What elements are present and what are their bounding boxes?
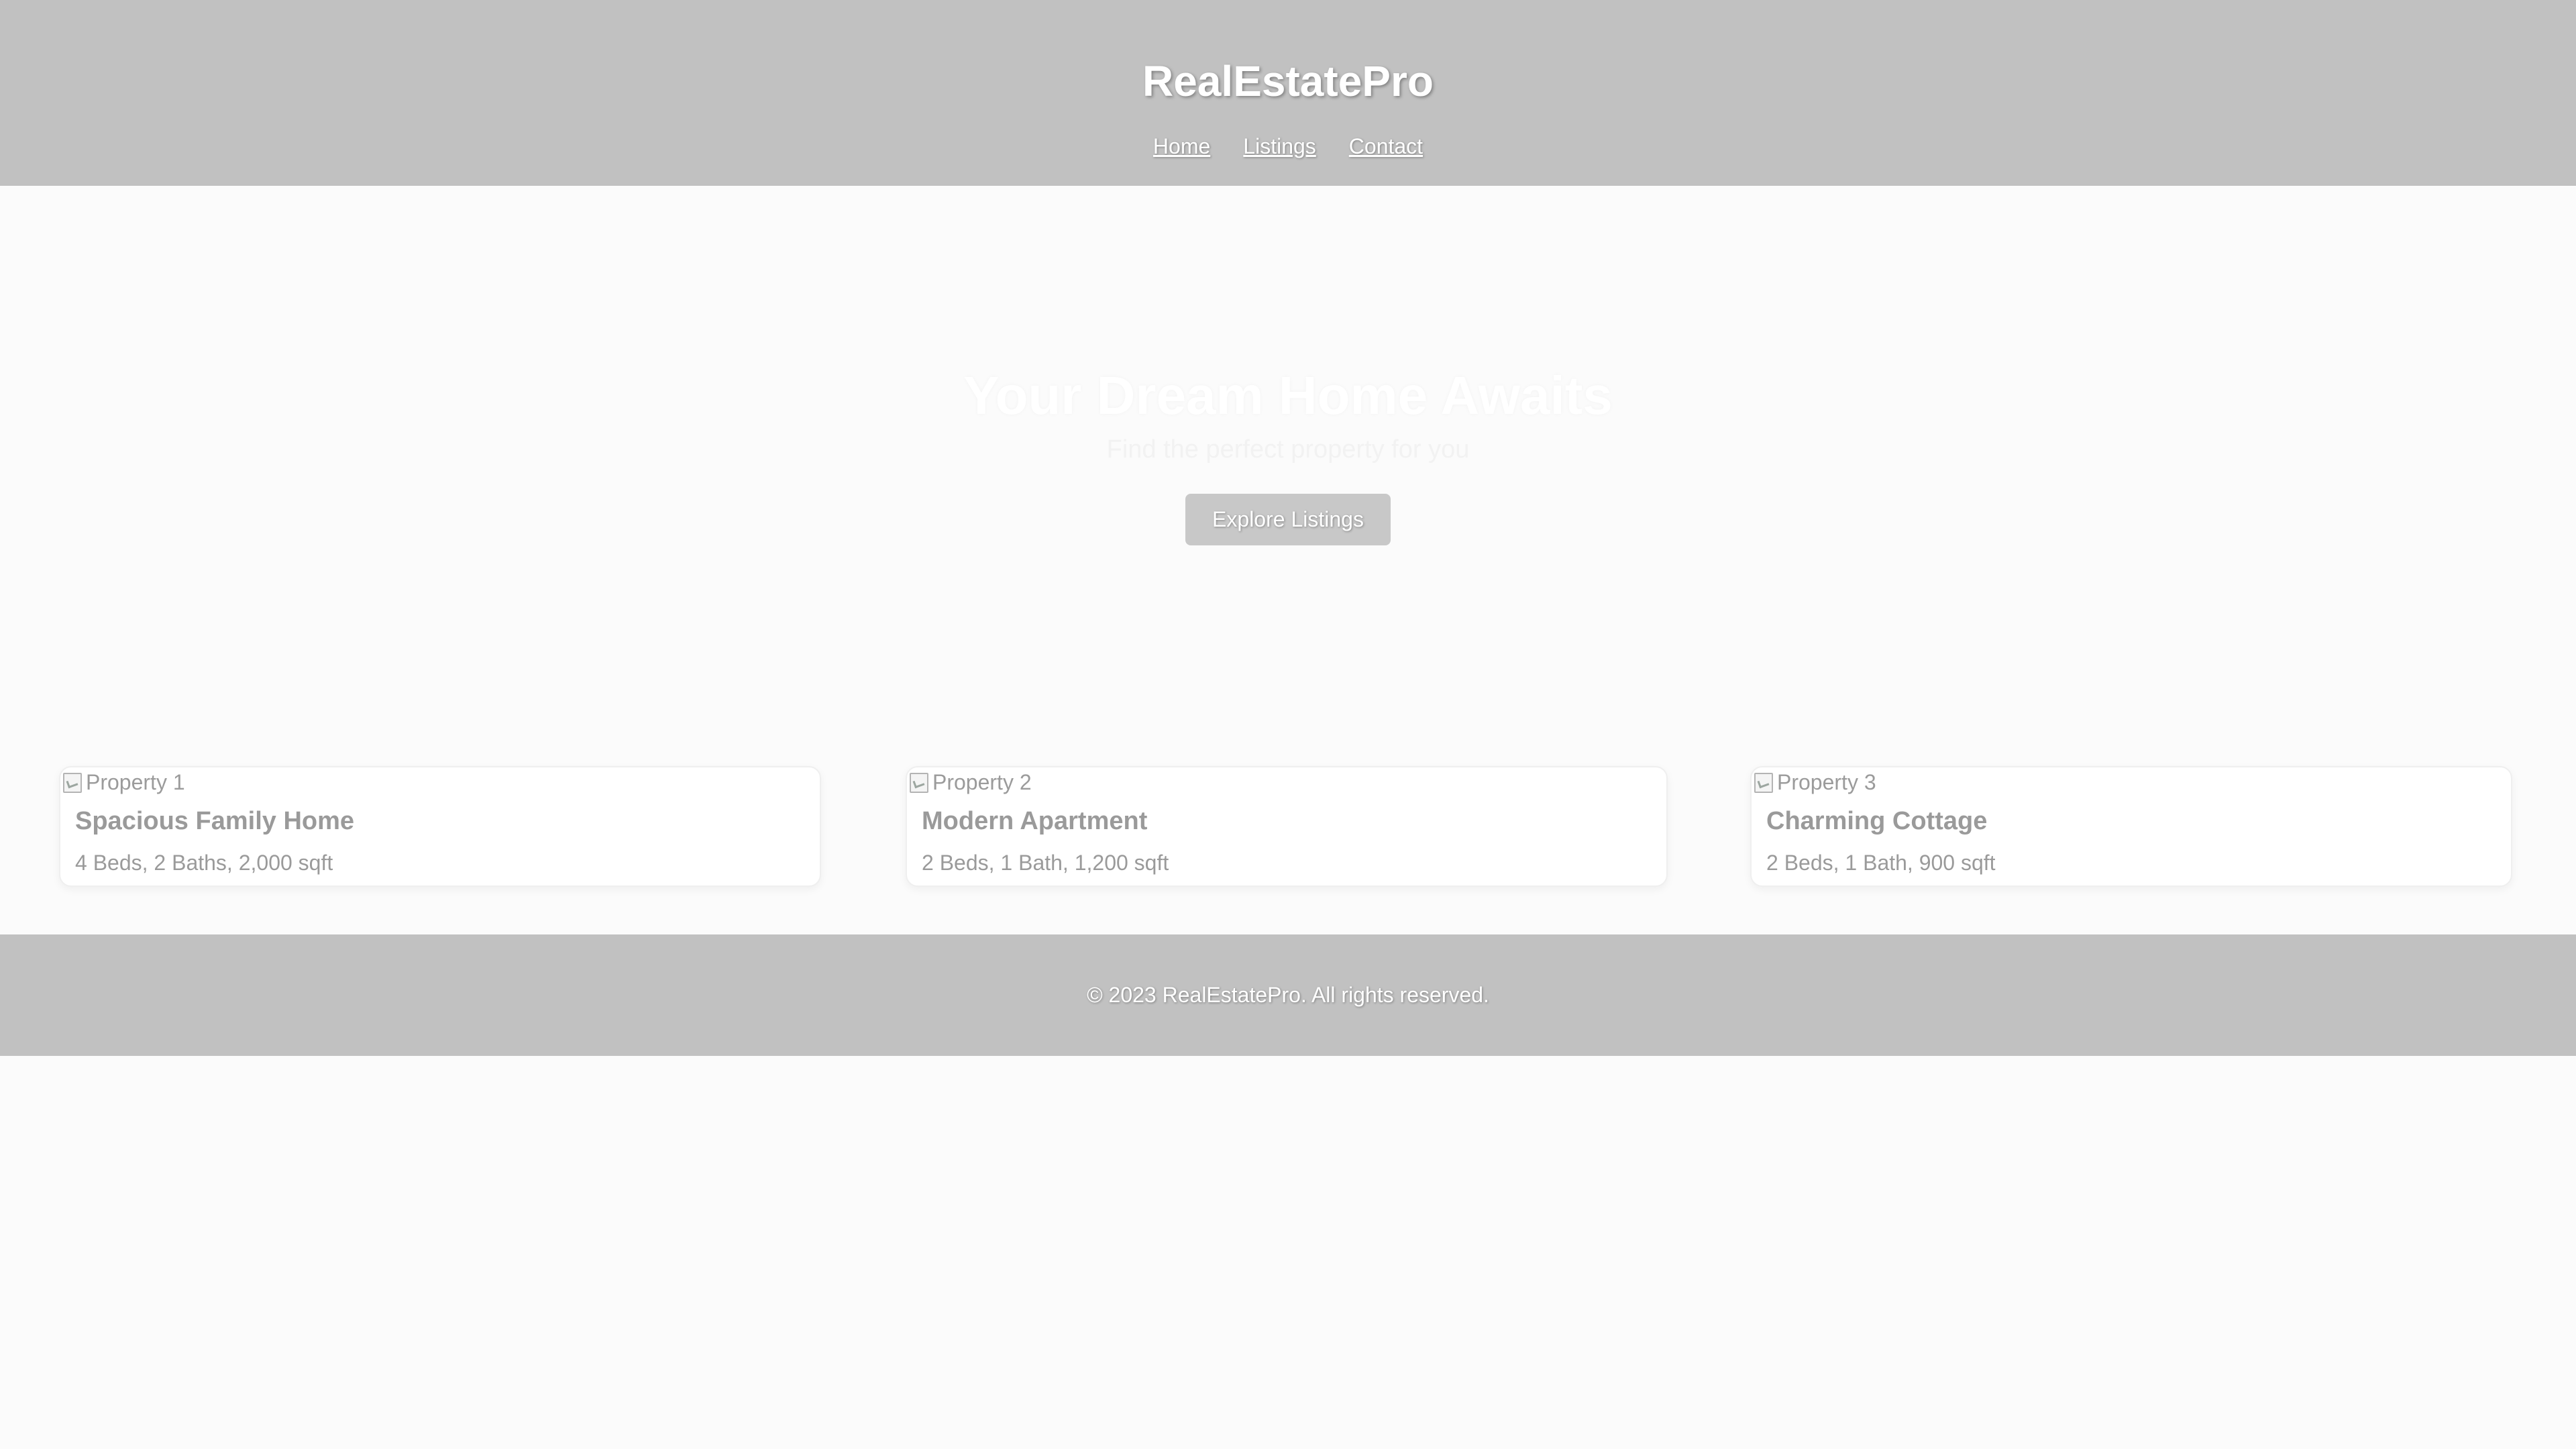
broken-image-icon (907, 770, 931, 794)
broken-image-icon (60, 770, 85, 794)
broken-image-icon (1752, 770, 1776, 794)
site-footer: © 2023 RealEstatePro. All rights reserve… (0, 934, 2576, 1056)
hero-title: Your Dream Home Awaits (963, 366, 1613, 425)
property-image-alt: Property 2 (932, 770, 1032, 794)
property-details: 2 Beds, 1 Bath, 1,200 sqft (922, 851, 1169, 875)
property-title: Charming Cottage (1766, 807, 1988, 835)
property-image-alt: Property 3 (1777, 770, 1876, 794)
property-title: Modern Apartment (922, 807, 1148, 835)
property-details: 2 Beds, 1 Bath, 900 sqft (1766, 851, 1996, 875)
property-details: 4 Beds, 2 Baths, 2,000 sqft (75, 851, 333, 875)
property-card[interactable]: Property 3 Charming Cottage 2 Beds, 1 Ba… (1750, 766, 2512, 887)
hero-subtitle: Find the perfect property for you (1106, 435, 1470, 464)
hero-section: Your Dream Home Awaits Find the perfect … (0, 186, 2576, 736)
property-title: Spacious Family Home (75, 807, 355, 835)
main-nav: Home Listings Contact (0, 131, 2576, 161)
nav-link-listings[interactable]: Listings (1243, 131, 1316, 161)
property-image-alt: Property 1 (86, 770, 185, 794)
site-header: RealEstatePro Home Listings Contact (0, 0, 2576, 186)
property-card[interactable]: Property 1 Spacious Family Home 4 Beds, … (59, 766, 821, 887)
property-image: Property 1 (60, 767, 185, 797)
property-image: Property 3 (1752, 767, 1876, 797)
property-image: Property 2 (907, 767, 1032, 797)
nav-link-contact[interactable]: Contact (1349, 131, 1423, 161)
nav-link-home[interactable]: Home (1153, 131, 1210, 161)
explore-listings-button[interactable]: Explore Listings (1185, 494, 1391, 545)
property-card[interactable]: Property 2 Modern Apartment 2 Beds, 1 Ba… (906, 766, 1668, 887)
footer-copyright: © 2023 RealEstatePro. All rights reserve… (1087, 983, 1489, 1007)
property-list: Property 1 Spacious Family Home 4 Beds, … (0, 766, 2576, 887)
brand-logo-text[interactable]: RealEstatePro (0, 51, 2576, 111)
